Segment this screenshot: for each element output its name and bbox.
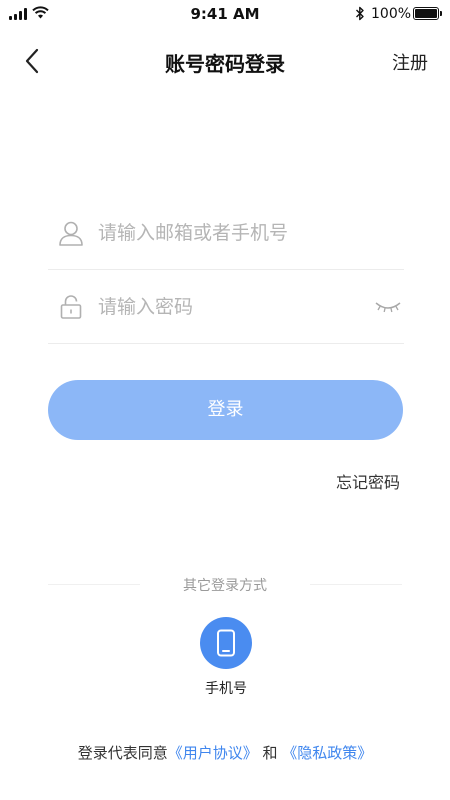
nav-bar: 账号密码登录 注册 — [0, 36, 450, 86]
phone-login-button[interactable]: 手机号 — [196, 617, 256, 697]
bluetooth-icon — [356, 6, 364, 21]
status-bar: 9:41 AM 100% — [0, 0, 450, 28]
forgot-password-link[interactable]: 忘记密码 — [336, 469, 400, 493]
phone-login-label: 手机号 — [205, 681, 247, 697]
privacy-policy-link[interactable]: 《隐私政策》 — [282, 744, 372, 762]
phone-login-circle[interactable] — [200, 617, 252, 669]
eye-closed-icon[interactable] — [374, 299, 402, 315]
user-icon — [59, 221, 83, 246]
agreement-conjunction: 和 — [257, 744, 283, 762]
phone-icon — [217, 629, 235, 657]
lock-icon — [60, 295, 82, 319]
battery-percent: 100% — [371, 6, 412, 22]
email-field-row — [48, 198, 404, 270]
login-button[interactable]: 登录 — [48, 380, 403, 440]
agreement-prefix: 登录代表同意 — [77, 744, 168, 762]
register-link[interactable]: 注册 — [392, 49, 428, 75]
battery-icon — [413, 7, 442, 20]
other-login-label: 其它登录方式 — [183, 578, 267, 594]
user-agreement-link[interactable]: 《用户协议》 — [168, 744, 258, 762]
agreement-text: 登录代表同意《用户协议》 和 《隐私政策》 — [0, 742, 450, 763]
divider-right — [310, 584, 402, 585]
password-field-row — [48, 272, 404, 344]
email-input[interactable] — [98, 216, 378, 250]
page-title: 账号密码登录 — [165, 52, 285, 76]
password-input[interactable] — [98, 290, 378, 324]
